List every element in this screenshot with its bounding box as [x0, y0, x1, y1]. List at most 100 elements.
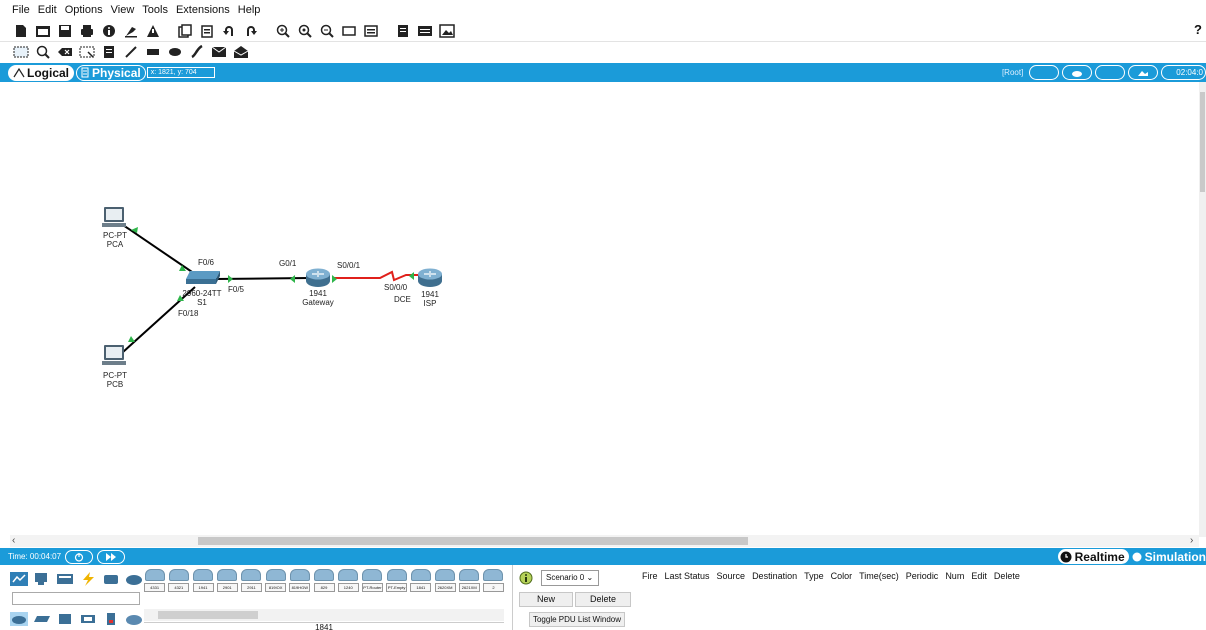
wireless-devices-icon[interactable] [79, 612, 97, 626]
horizontal-scrollbar[interactable] [10, 535, 1199, 547]
vertical-scrollbar[interactable] [1199, 82, 1206, 537]
link-pca-s1[interactable] [122, 224, 196, 275]
resize-icon[interactable] [78, 43, 96, 61]
switch-icon[interactable] [186, 271, 220, 284]
menu-view[interactable]: View [107, 4, 139, 16]
ellipse-icon[interactable] [166, 43, 184, 61]
select-icon[interactable] [12, 43, 30, 61]
miscellaneous-icon[interactable] [102, 572, 120, 586]
wan-emulation-icon[interactable] [125, 612, 143, 626]
pdu-col-num[interactable]: Num [945, 571, 964, 581]
menu-extensions[interactable]: Extensions [172, 4, 234, 16]
model-1941[interactable]: 1941 [192, 569, 214, 597]
model-819hgw[interactable]: 819HGW [289, 569, 311, 597]
zoom-in-icon[interactable] [274, 22, 292, 40]
complex-pdu-icon[interactable] [232, 43, 250, 61]
save-icon[interactable] [56, 22, 74, 40]
model-2621xm[interactable]: 2621XM [458, 569, 480, 597]
custom-device-icon[interactable] [362, 22, 380, 40]
router-icon[interactable] [306, 268, 330, 288]
switches-icon[interactable] [33, 612, 51, 626]
connections-icon[interactable] [79, 572, 97, 586]
multiuser-icon[interactable] [125, 572, 143, 586]
info-icon[interactable] [100, 22, 118, 40]
undo-icon[interactable] [220, 22, 238, 40]
pdu-col-time[interactable]: Time(sec) [859, 571, 899, 581]
new-cluster-button[interactable] [1029, 65, 1060, 80]
model-4331[interactable]: 4331 [144, 569, 166, 597]
set-tiled-background-button[interactable] [1095, 65, 1126, 80]
realtime-mode-button[interactable]: Realtime [1057, 549, 1129, 564]
copy-icon[interactable] [176, 22, 194, 40]
pdu-col-edit[interactable]: Edit [971, 571, 987, 581]
new-file-icon[interactable] [12, 22, 30, 40]
device-search-input[interactable] [12, 592, 140, 605]
delete-scenario-button[interactable]: Delete [575, 592, 631, 607]
model-829[interactable]: 829 [313, 569, 335, 597]
print-icon[interactable] [78, 22, 96, 40]
menu-tools[interactable]: Tools [138, 4, 172, 16]
hubs-icon[interactable] [56, 612, 74, 626]
components-icon[interactable] [56, 572, 74, 586]
model-1240[interactable]: 1240 [337, 569, 359, 597]
fast-forward-button[interactable] [97, 549, 126, 564]
move-object-button[interactable] [1062, 65, 1093, 80]
model-2620xm[interactable]: 2620XM [434, 569, 456, 597]
zoom-reset-icon[interactable] [296, 22, 314, 40]
new-scenario-button[interactable]: New [519, 592, 573, 607]
model-4321[interactable]: 4321 [168, 569, 190, 597]
model-pt-router[interactable]: PT-Router [361, 569, 383, 597]
root-label[interactable]: [Root] [1002, 68, 1023, 77]
paste-icon[interactable] [198, 22, 216, 40]
pdu-col-destination[interactable]: Destination [752, 571, 797, 581]
menu-options[interactable]: Options [61, 4, 107, 16]
pdu-col-delete[interactable]: Delete [994, 571, 1020, 581]
model-list-scrollbar[interactable] [144, 609, 504, 621]
network-devices-icon[interactable] [10, 572, 28, 586]
drawing-palette-icon[interactable] [340, 22, 358, 40]
pdu-col-source[interactable]: Source [717, 571, 746, 581]
end-devices-icon[interactable] [33, 572, 51, 586]
model-1841[interactable]: 1841 [410, 569, 432, 597]
line-icon[interactable] [122, 43, 140, 61]
menu-file[interactable]: File [8, 4, 34, 16]
help-button[interactable]: ? [1194, 22, 1202, 37]
simple-pdu-icon[interactable] [210, 43, 228, 61]
cluster-icon[interactable] [394, 22, 412, 40]
scenario-info-icon[interactable] [519, 571, 533, 585]
logical-workspace-canvas[interactable]: PC-PT PCA PC-PT PCB 2960-24TT S1 1941 Ga… [10, 82, 1201, 535]
open-folder-icon[interactable] [34, 22, 52, 40]
tab-logical[interactable]: Logical [8, 64, 75, 81]
scroll-right-icon[interactable]: › [1190, 535, 1193, 546]
model-2911[interactable]: 2911 [240, 569, 262, 597]
model-partial[interactable]: 2 [482, 569, 504, 597]
pdu-col-type[interactable]: Type [804, 571, 824, 581]
image-icon[interactable] [438, 22, 456, 40]
pdu-icon[interactable] [416, 22, 434, 40]
model-819iox[interactable]: 819IOX [265, 569, 287, 597]
routers-icon[interactable] [10, 612, 28, 626]
menu-help[interactable]: Help [234, 4, 265, 16]
redo-icon[interactable] [242, 22, 260, 40]
freeform-icon[interactable] [188, 43, 206, 61]
activity-wizard-icon[interactable] [122, 22, 140, 40]
pdu-col-fire[interactable]: Fire [642, 571, 658, 581]
tab-physical[interactable]: Physical [76, 64, 146, 81]
pc-icon[interactable] [102, 345, 126, 365]
simulation-mode-button[interactable]: Simulation [1131, 550, 1206, 564]
security-icon[interactable] [102, 612, 120, 626]
pc-icon[interactable] [102, 207, 126, 227]
menu-edit[interactable]: Edit [34, 4, 61, 16]
network-info-icon[interactable] [144, 22, 162, 40]
pdu-col-periodic[interactable]: Periodic [906, 571, 939, 581]
model-list-scroll-thumb[interactable] [158, 611, 258, 619]
inspect-icon[interactable] [34, 43, 52, 61]
note-icon[interactable] [100, 43, 118, 61]
vertical-scroll-thumb[interactable] [1200, 92, 1205, 192]
router-icon[interactable] [418, 268, 442, 288]
horizontal-scroll-thumb[interactable] [198, 537, 748, 545]
viewport-button[interactable] [1128, 65, 1159, 80]
zoom-out-icon[interactable] [318, 22, 336, 40]
delete-icon[interactable] [56, 43, 74, 61]
rectangle-icon[interactable] [144, 43, 162, 61]
